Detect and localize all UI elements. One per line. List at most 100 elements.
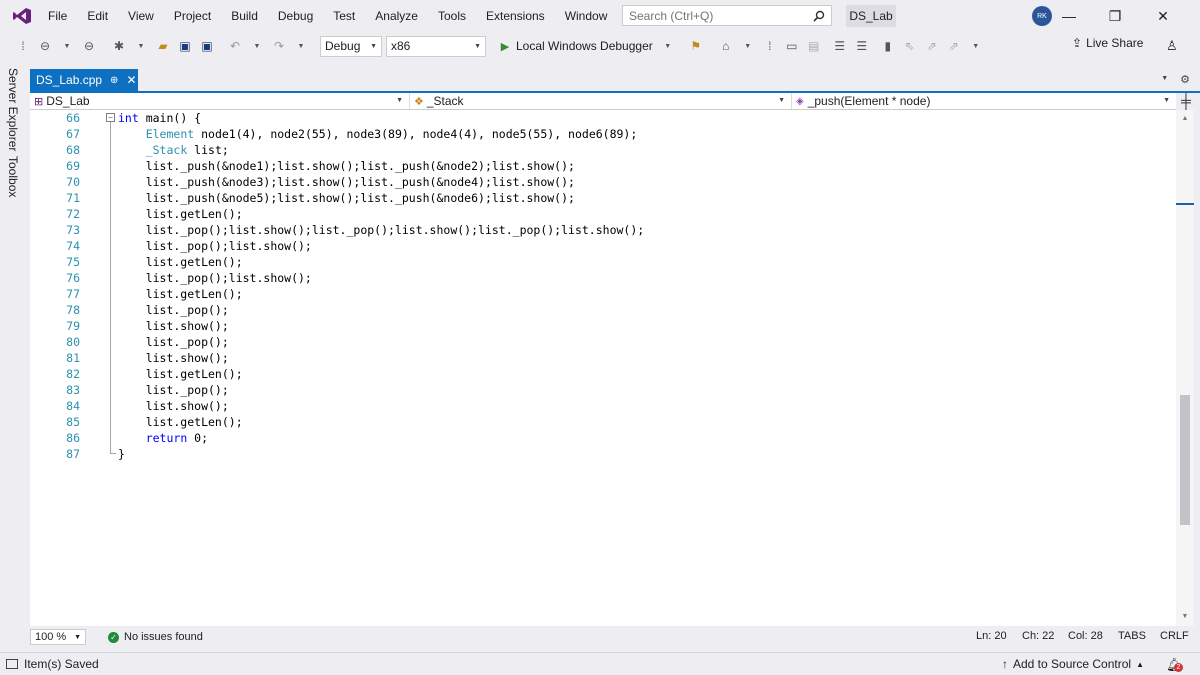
redo-icon[interactable]: ↷	[270, 36, 288, 56]
toggle-comment-icon[interactable]: ▭	[783, 36, 801, 56]
column-indicator[interactable]: Col: 28	[1068, 630, 1118, 642]
code-line[interactable]: list._pop();list.show();	[118, 270, 312, 286]
code-line[interactable]: }	[118, 446, 125, 462]
configuration-select[interactable]: Debug ▼	[320, 35, 382, 57]
vertical-scrollbar[interactable]: ▲ ▼	[1176, 110, 1194, 626]
scope-dropdown[interactable]: ❖ _Stack ▼	[410, 93, 792, 109]
code-line[interactable]: list.getLen();	[118, 286, 243, 302]
line-number: 80	[66, 335, 80, 349]
previous-bookmark-icon[interactable]: ⇖	[901, 36, 919, 56]
server-explorer-tab[interactable]: Server Explorer	[6, 68, 20, 151]
menu-analyze[interactable]: Analyze	[365, 0, 428, 32]
platform-select[interactable]: x86 ▼	[386, 35, 486, 57]
undo-dropdown-icon[interactable]: ▼	[248, 36, 266, 56]
menu-debug[interactable]: Debug	[268, 0, 323, 32]
hot-reload-icon[interactable]: ⚑	[687, 36, 705, 56]
visual-studio-logo-icon[interactable]	[12, 7, 32, 25]
member-dropdown[interactable]: ◈ _push(Element * node) ▼	[792, 93, 1176, 109]
forward-icon[interactable]: ⊖	[80, 36, 98, 56]
menu-build[interactable]: Build	[221, 0, 268, 32]
toolbox-tab[interactable]: Toolbox	[6, 156, 20, 197]
code-line[interactable]: list._pop();list.show();list._pop();list…	[118, 222, 645, 238]
tab-ds-lab-cpp[interactable]: DS_Lab.cpp ⊕ ✕	[30, 69, 138, 91]
code-text-area[interactable]: int main() { Element node1(4), node2(55)…	[100, 110, 1176, 626]
char-indicator[interactable]: Ch: 22	[1022, 630, 1068, 642]
increase-indent-icon[interactable]: ☰	[853, 36, 871, 56]
new-project-dropdown-icon[interactable]: ▼	[132, 36, 150, 56]
menu-extensions[interactable]: Extensions	[476, 0, 555, 32]
add-to-source-control-button[interactable]: ↑ Add to Source Control ▲	[1002, 657, 1144, 671]
solution-configurations-icon[interactable]: ⌂	[717, 36, 735, 56]
toolbar-options-icon[interactable]: ▼	[967, 36, 985, 56]
chevron-down-icon: ▼	[396, 97, 403, 104]
close-tab-icon[interactable]: ✕	[126, 73, 136, 87]
line-ending-indicator[interactable]: CRLF	[1160, 630, 1196, 642]
redo-dropdown-icon[interactable]: ▼	[292, 36, 310, 56]
decrease-indent-icon[interactable]: ☰	[831, 36, 849, 56]
search-input[interactable]	[629, 8, 799, 23]
menu-test[interactable]: Test	[323, 0, 365, 32]
code-line[interactable]: list._push(&node1);list.show();list._pus…	[118, 158, 575, 174]
pin-icon[interactable]: ⊕	[110, 75, 118, 86]
code-editor[interactable]: 66 67 68 69 70 71 72 73 74 75 76 77 78 7…	[30, 110, 1176, 626]
debugger-dropdown-icon[interactable]: ▼	[659, 36, 677, 56]
indent-mode-indicator[interactable]: TABS	[1118, 630, 1160, 642]
scroll-down-icon[interactable]: ▼	[1176, 610, 1194, 624]
code-line[interactable]: list._push(&node3);list.show();list._pus…	[118, 174, 575, 190]
settings-gear-icon[interactable]: ⚙	[1180, 73, 1190, 86]
live-share-button[interactable]: ⇪ Live Share	[1072, 36, 1143, 50]
start-debugging-icon[interactable]: ▶	[496, 36, 514, 56]
code-line[interactable]: Element node1(4), node2(55), node3(89), …	[118, 126, 638, 142]
menu-project[interactable]: Project	[164, 0, 221, 32]
notifications-button[interactable]: 🔔︎ 2	[1166, 657, 1183, 673]
start-debugger-button[interactable]: Local Windows Debugger	[516, 39, 653, 53]
code-line[interactable]: list.getLen();	[118, 206, 243, 222]
menu-tools[interactable]: Tools	[428, 0, 476, 32]
menu-file[interactable]: File	[38, 0, 77, 32]
code-line[interactable]: list.show();	[118, 318, 229, 334]
next-bookmark-icon[interactable]: ⇗	[923, 36, 941, 56]
line-indicator[interactable]: Ln: 20	[976, 630, 1022, 642]
code-line[interactable]: list._pop();	[118, 382, 229, 398]
minimize-icon[interactable]: —	[1046, 0, 1092, 32]
code-line[interactable]: list.getLen();	[118, 414, 243, 430]
zoom-select[interactable]: 100 % ▼	[30, 629, 86, 645]
back-dropdown-icon[interactable]: ▼	[58, 36, 76, 56]
save-icon[interactable]: ▣	[176, 36, 194, 56]
code-line[interactable]: list.show();	[118, 398, 229, 414]
scrollbar-thumb[interactable]	[1180, 395, 1190, 525]
feedback-icon[interactable]: ♙	[1166, 38, 1178, 54]
code-line[interactable]: list._pop();list.show();	[118, 238, 312, 254]
code-line[interactable]: list.getLen();	[118, 254, 243, 270]
bookmark-icon[interactable]: ▮	[879, 36, 897, 56]
menu-edit[interactable]: Edit	[77, 0, 118, 32]
restore-icon[interactable]: ❐	[1092, 0, 1138, 32]
uncomment-icon[interactable]: ▤	[805, 36, 823, 56]
tab-list-dropdown-icon[interactable]: ▼	[1161, 75, 1168, 86]
code-line[interactable]: list.show();	[118, 350, 229, 366]
code-line[interactable]: return 0;	[118, 430, 208, 446]
menu-view[interactable]: View	[118, 0, 164, 32]
open-folder-icon[interactable]: ▰	[154, 36, 172, 56]
undo-icon[interactable]: ↶	[226, 36, 244, 56]
code-line[interactable]: list._push(&node5);list.show();list._pus…	[118, 190, 575, 206]
new-project-icon[interactable]: ✱	[110, 36, 128, 56]
search-box[interactable]	[622, 5, 832, 26]
issues-text: No issues found	[124, 631, 203, 643]
scroll-up-icon[interactable]: ▲	[1176, 112, 1194, 126]
code-line[interactable]: list.getLen();	[118, 366, 243, 382]
code-line[interactable]: list._pop();	[118, 334, 229, 350]
toolbar-overflow-icon[interactable]: ▼	[739, 36, 757, 56]
issues-indicator[interactable]: ✓ No issues found	[108, 631, 203, 643]
code-line[interactable]: _Stack list;	[118, 142, 229, 158]
split-editor-icon[interactable]: ╪	[1178, 94, 1194, 109]
back-icon[interactable]: ⊖	[36, 36, 54, 56]
close-icon[interactable]: ✕	[1140, 0, 1186, 32]
save-all-icon[interactable]: ▣	[198, 36, 216, 56]
clear-bookmarks-icon[interactable]: ⇗	[945, 36, 963, 56]
project-dropdown[interactable]: ⊞ DS_Lab ▼	[30, 93, 410, 109]
menu-window[interactable]: Window	[555, 0, 618, 32]
code-line[interactable]: list._pop();	[118, 302, 229, 318]
search-icon[interactable]	[813, 10, 825, 22]
code-line[interactable]: int main() {	[118, 110, 201, 126]
